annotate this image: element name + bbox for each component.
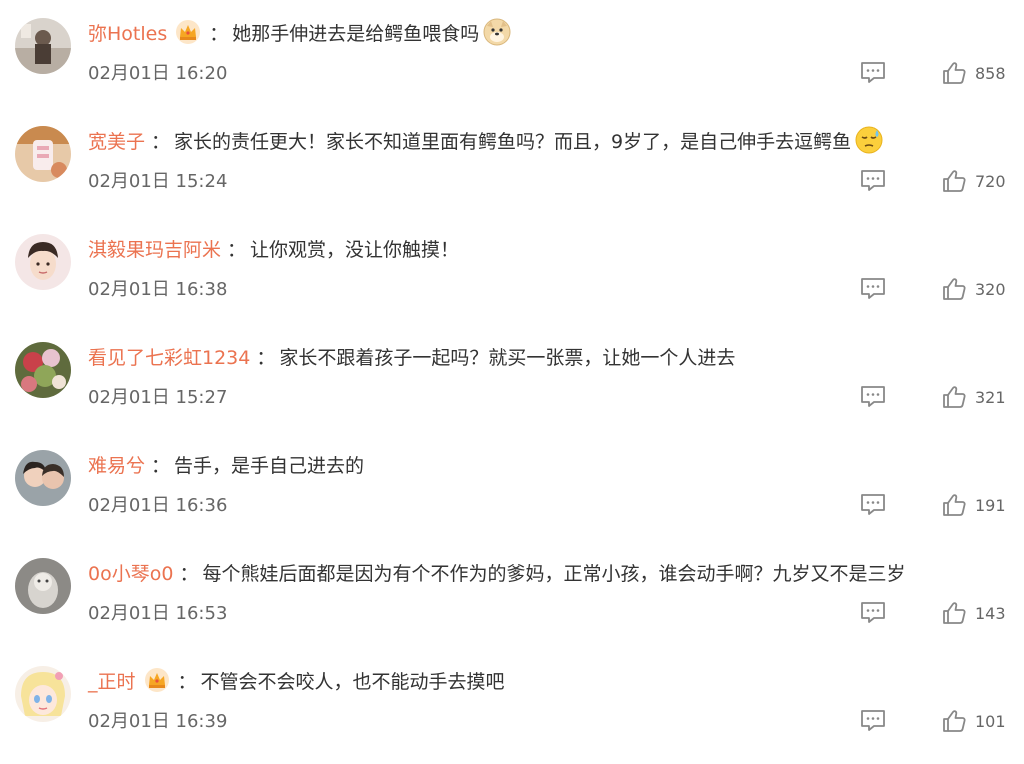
comment-timestamp: 02月01日 16:38 (88, 279, 228, 300)
avatar[interactable] (15, 234, 71, 290)
colon-separator: ： (256, 346, 276, 369)
reply-icon (861, 710, 885, 731)
like-button[interactable]: 143 (941, 599, 1006, 627)
username-link[interactable]: 难易兮 (88, 451, 145, 478)
comment-item: 0o小琴o0 ： 每个熊娃后面都是因为有个不作为的爹妈，正常小孩，谁会动手啊？九… (0, 540, 1024, 648)
reply-icon (861, 494, 885, 515)
comment-timestamp: 02月01日 16:20 (88, 63, 228, 84)
comment-line: 难易兮 ： 告手，是手自己进去的 (88, 448, 364, 480)
reply-button[interactable] (858, 276, 888, 302)
like-button[interactable]: 191 (941, 491, 1006, 519)
comment-item: _正时 ： 不管会不会咬人，也不能动手去摸吧 02月01日 16:39 101 (0, 648, 1024, 756)
like-button[interactable]: 320 (941, 275, 1006, 303)
colon-separator: ： (151, 454, 171, 477)
reply-icon (861, 602, 885, 623)
username-link[interactable]: 淇毅果玛吉阿米 (88, 235, 221, 262)
reply-button[interactable] (858, 708, 888, 734)
reply-button[interactable] (858, 600, 888, 626)
reply-icon (861, 62, 885, 83)
like-count: 191 (975, 495, 1006, 515)
comment-timestamp: 02月01日 16:39 (88, 711, 228, 732)
username-link[interactable]: 弥Hotles (88, 19, 167, 46)
thumbs-up-icon (943, 710, 966, 732)
comment-list: 弥Hotles ： 她那手伸进去是给鳄鱼喂食吗 02月01日 16:20 858… (0, 0, 1024, 764)
username-link[interactable]: 0o小琴o0 (88, 559, 173, 586)
like-count: 320 (975, 279, 1006, 299)
comment-timestamp: 02月01日 16:36 (88, 495, 228, 516)
comment-timestamp: 02月01日 15:27 (88, 387, 228, 408)
thumbs-up-icon (943, 386, 966, 408)
avatar[interactable] (15, 126, 71, 182)
like-count: 321 (975, 387, 1006, 407)
comment-item: 看见了七彩虹1234 ： 家长不跟着孩子一起吗？就买一张票，让她一个人进去 02… (0, 324, 1024, 432)
like-button[interactable]: 101 (941, 707, 1006, 735)
thumbs-up-icon (943, 62, 966, 84)
comment-text: 让你观赏，没让你触摸！ (250, 238, 460, 261)
doge-emoji-icon (483, 18, 511, 46)
comment-line: 宽美子 ： 家长的责任更大！家长不知道里面有鳄鱼吗？而且，9岁了，是自己伸手去逗… (88, 124, 883, 156)
colon-separator: ： (227, 238, 247, 261)
comment-item: 弥Hotles ： 她那手伸进去是给鳄鱼喂食吗 02月01日 16:20 858 (0, 0, 1024, 108)
like-button[interactable]: 720 (941, 167, 1006, 195)
comment-item: 宽美子 ： 家长的责任更大！家长不知道里面有鳄鱼吗？而且，9岁了，是自己伸手去逗… (0, 108, 1024, 216)
sweat-emoji-icon (855, 126, 883, 154)
thumbs-up-icon (943, 602, 966, 624)
username-link[interactable]: 看见了七彩虹1234 (88, 343, 250, 370)
thumbs-up-icon (943, 494, 966, 516)
reply-icon (861, 386, 885, 407)
avatar[interactable] (15, 342, 71, 398)
like-button[interactable]: 858 (941, 59, 1006, 87)
thumbs-up-icon (943, 278, 966, 300)
colon-separator: ： (151, 130, 171, 153)
comment-text: 家长不跟着孩子一起吗？就买一张票，让她一个人进去 (279, 346, 736, 369)
thumbs-up-icon (943, 170, 966, 192)
reply-button[interactable] (858, 384, 888, 410)
avatar[interactable] (15, 18, 71, 74)
avatar[interactable] (15, 666, 71, 722)
comment-timestamp: 02月01日 16:53 (88, 603, 228, 624)
reply-button[interactable] (858, 168, 888, 194)
reply-button[interactable] (858, 492, 888, 518)
avatar[interactable] (15, 558, 71, 614)
comment-text: 告手，是手自己进去的 (174, 454, 365, 477)
comment-text: 不管会不会咬人，也不能动手去摸吧 (200, 670, 505, 693)
comment-line: 弥Hotles ： 她那手伸进去是给鳄鱼喂食吗 (88, 16, 511, 48)
reply-icon (861, 170, 885, 191)
like-count: 858 (975, 63, 1006, 83)
comment-line: 0o小琴o0 ： 每个熊娃后面都是因为有个不作为的爹妈，正常小孩，谁会动手啊？九… (88, 556, 905, 588)
colon-separator: ： (177, 670, 197, 693)
comment-item: 难易兮 ： 告手，是手自己进去的 02月01日 16:36 191 (0, 432, 1024, 540)
comment-item: 淇毅果玛吉阿米 ： 让你观赏，没让你触摸！ 02月01日 16:38 320 (0, 216, 1024, 324)
like-count: 143 (975, 603, 1006, 623)
comment-text: 每个熊娃后面都是因为有个不作为的爹妈，正常小孩，谁会动手啊？九岁又不是三岁 (202, 562, 906, 585)
comment-line: _正时 ： 不管会不会咬人，也不能动手去摸吧 (88, 664, 505, 696)
reply-button[interactable] (858, 60, 888, 86)
comment-text: 家长的责任更大！家长不知道里面有鳄鱼吗？而且，9岁了，是自己伸手去逗鳄鱼 (174, 130, 852, 153)
vip-crown-icon (144, 667, 170, 693)
like-count: 101 (975, 711, 1006, 731)
comment-line: 看见了七彩虹1234 ： 家长不跟着孩子一起吗？就买一张票，让她一个人进去 (88, 340, 735, 372)
comment-line: 淇毅果玛吉阿米 ： 让你观赏，没让你触摸！ (88, 232, 459, 264)
username-link[interactable]: _正时 (88, 667, 136, 694)
username-link[interactable]: 宽美子 (88, 127, 145, 154)
comment-timestamp: 02月01日 15:24 (88, 171, 228, 192)
colon-separator: ： (179, 562, 199, 585)
vip-crown-icon (175, 19, 201, 45)
comment-text: 她那手伸进去是给鳄鱼喂食吗 (232, 22, 480, 45)
like-count: 720 (975, 171, 1006, 191)
avatar[interactable] (15, 450, 71, 506)
like-button[interactable]: 321 (941, 383, 1006, 411)
reply-icon (861, 278, 885, 299)
colon-separator: ： (209, 22, 229, 45)
